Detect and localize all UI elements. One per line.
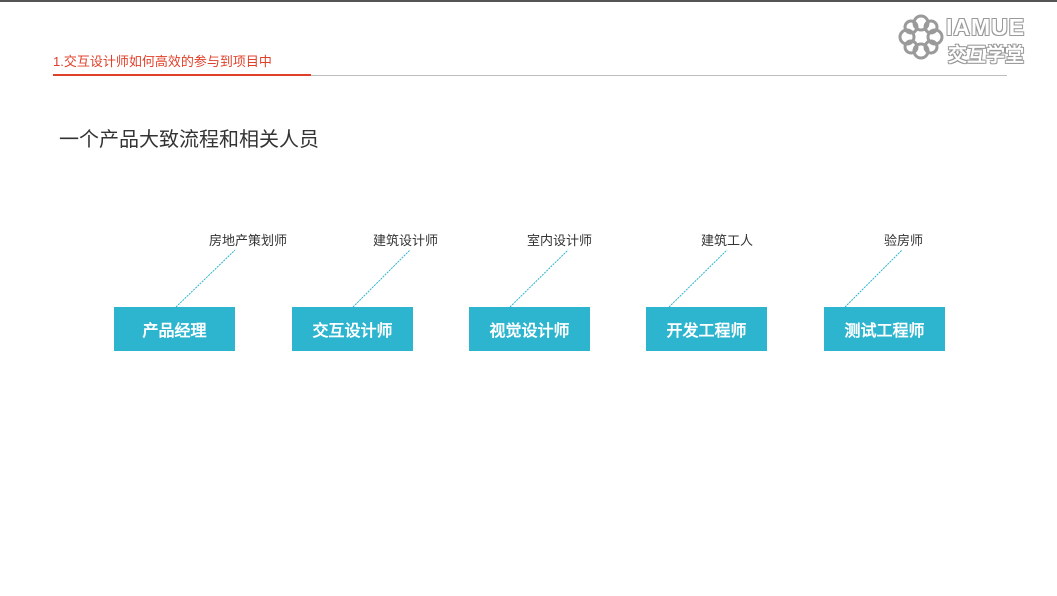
connector-line [668,249,728,308]
connector-line [509,249,569,308]
connector-line [352,249,411,308]
role-box-interaction-designer: 交互设计师 [292,307,413,351]
related-role-label: 室内设计师 [527,233,593,248]
related-role-label: 建筑设计师 [373,233,439,248]
role-box-visual-designer: 视觉设计师 [469,307,590,351]
role-box-developer: 开发工程师 [646,307,767,351]
connector-line [175,249,236,308]
connector-line [844,249,903,308]
role-box-product-manager: 产品经理 [114,307,235,351]
related-role-label: 房地产策划师 [209,233,288,248]
connector-lines [175,249,903,308]
related-role-label: 验房师 [884,233,924,248]
related-role-label: 建筑工人 [701,233,754,248]
role-box-tester: 测试工程师 [824,307,945,351]
